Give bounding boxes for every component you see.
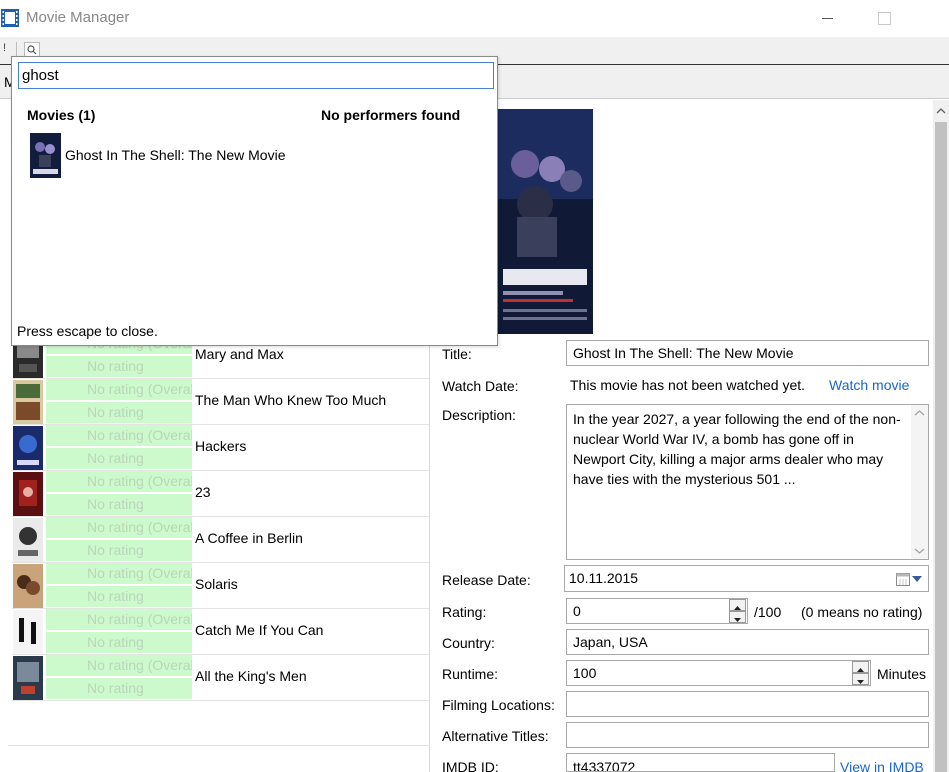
- movie-thumbnail: [30, 133, 61, 178]
- alternative-titles-label: Alternative Titles:: [442, 728, 549, 744]
- search-result-item[interactable]: Ghost In The Shell: The New Movie: [30, 133, 330, 179]
- movie-thumbnail: [13, 380, 43, 424]
- personal-rating: No rating: [46, 540, 192, 561]
- overall-rating: No rating (Overall): [46, 655, 192, 676]
- watch-date-label: Watch Date:: [442, 378, 519, 394]
- calendar-icon[interactable]: [896, 572, 910, 586]
- personal-rating: No rating: [46, 586, 192, 607]
- title-field[interactable]: Ghost In The Shell: The New Movie: [566, 340, 929, 366]
- runtime-up-button[interactable]: [852, 661, 869, 673]
- list-item[interactable]: No rating (Overall) No rating The Man Wh…: [12, 379, 429, 425]
- country-label: Country:: [442, 635, 495, 651]
- imdb-id-label: IMDB ID:: [442, 759, 499, 772]
- movie-thumbnail: [13, 610, 43, 654]
- overall-rating: No rating (Overall): [46, 471, 192, 492]
- film-icon: [1, 9, 19, 27]
- personal-rating: No rating: [46, 494, 192, 515]
- list-item[interactable]: No rating (Overall) No rating Solaris: [12, 563, 429, 609]
- movie-poster: [497, 109, 593, 334]
- rating-stepper[interactable]: [729, 599, 746, 623]
- movie-title: Solaris: [195, 576, 238, 592]
- main-scrollbar[interactable]: [933, 100, 949, 772]
- personal-rating: No rating: [46, 402, 192, 423]
- movie-thumbnail: [13, 564, 43, 608]
- list-item[interactable]: No rating (Overall) No rating All the Ki…: [12, 655, 429, 701]
- personal-rating: No rating: [46, 632, 192, 653]
- runtime-stepper[interactable]: [852, 661, 869, 685]
- watch-movie-link[interactable]: Watch movie: [829, 377, 909, 393]
- movie-title: Hackers: [195, 438, 247, 454]
- search-input[interactable]: ghost: [18, 62, 494, 89]
- movie-title: All the King's Men: [195, 668, 307, 684]
- movies-results-header: Movies (1): [27, 107, 96, 123]
- main-scrollbar-thumb[interactable]: [935, 122, 947, 772]
- runtime-down-button[interactable]: [852, 673, 869, 685]
- list-item[interactable]: No rating (Overall) No rating A Coffee i…: [12, 517, 429, 563]
- close-hint: Press escape to close.: [17, 323, 158, 339]
- rating-note: (0 means no rating): [801, 604, 923, 620]
- description-textarea[interactable]: In the year 2027, a year following the e…: [566, 404, 929, 560]
- toolbar-exclamation[interactable]: !: [3, 42, 6, 54]
- list-item[interactable]: No rating (Overall) No rating 23: [12, 471, 429, 517]
- movie-title: Mary and Max: [195, 346, 284, 362]
- chevron-down-icon[interactable]: [911, 545, 928, 557]
- overall-rating: No rating (Overall): [46, 379, 192, 400]
- rating-suffix: /100: [754, 604, 782, 620]
- filming-locations-label: Filming Locations:: [442, 697, 555, 713]
- runtime-value: 100: [573, 665, 597, 681]
- window-title: Movie Manager: [26, 9, 130, 26]
- imdb-id-field[interactable]: tt4337072: [566, 753, 835, 772]
- description-label: Description:: [442, 407, 516, 423]
- view-in-imdb-link[interactable]: View in IMDB: [840, 759, 924, 772]
- list-item[interactable]: No rating (Overall) No rating Hackers: [12, 425, 429, 471]
- overall-rating: No rating (Overall): [46, 609, 192, 630]
- maximize-button[interactable]: [861, 0, 907, 36]
- personal-rating: No rating: [46, 356, 192, 377]
- search-result-title: Ghost In The Shell: The New Movie: [65, 147, 286, 163]
- minimize-button[interactable]: [805, 0, 851, 36]
- runtime-unit: Minutes: [877, 666, 927, 682]
- chevron-up-icon[interactable]: [935, 106, 947, 116]
- movie-thumbnail: [13, 518, 43, 562]
- movie-title: A Coffee in Berlin: [195, 530, 303, 546]
- rating-up-button[interactable]: [729, 599, 746, 611]
- personal-rating: No rating: [46, 448, 192, 469]
- movie-title: 23: [195, 484, 211, 500]
- filming-locations-field[interactable]: [566, 691, 929, 717]
- runtime-label: Runtime:: [442, 666, 499, 682]
- movie-title: Catch Me If You Can: [195, 622, 324, 638]
- rating-value: 0: [573, 603, 581, 619]
- personal-rating: No rating: [46, 678, 192, 699]
- overall-rating: No rating (Overall): [46, 563, 192, 584]
- list-item[interactable]: No rating (Overall) No rating Catch Me I…: [12, 609, 429, 655]
- title-label: Title:: [442, 346, 472, 362]
- dropdown-arrow-icon[interactable]: [912, 576, 922, 582]
- runtime-input[interactable]: 100: [566, 660, 871, 686]
- rating-down-button[interactable]: [729, 611, 746, 623]
- release-date-value: 10.11.2015: [569, 570, 639, 586]
- performers-results-header: No performers found: [321, 107, 461, 123]
- list-divider: [8, 745, 430, 746]
- rating-input[interactable]: 0: [566, 598, 748, 624]
- search-popup: ghost Movies (1) No performers found Gho…: [11, 56, 498, 346]
- description-scrollbar[interactable]: [911, 405, 928, 559]
- country-field[interactable]: Japan, USA: [566, 629, 929, 655]
- watch-status-text: This movie has not been watched yet.: [570, 377, 806, 393]
- title-bar: Movie Manager: [0, 0, 949, 37]
- overall-rating: No rating (Overall): [46, 517, 192, 538]
- release-date-label: Release Date:: [442, 572, 531, 588]
- chevron-up-icon[interactable]: [911, 407, 928, 419]
- movie-title: The Man Who Knew Too Much: [195, 392, 387, 408]
- movie-thumbnail: [13, 426, 43, 470]
- release-date-picker[interactable]: 10.11.2015: [564, 565, 929, 592]
- movie-thumbnail: [13, 472, 43, 516]
- alternative-titles-field[interactable]: [566, 722, 929, 748]
- overall-rating: No rating (Overall): [46, 425, 192, 446]
- description-text: In the year 2027, a year following the e…: [573, 411, 901, 487]
- rating-label: Rating:: [442, 604, 487, 620]
- movie-thumbnail: [13, 656, 43, 700]
